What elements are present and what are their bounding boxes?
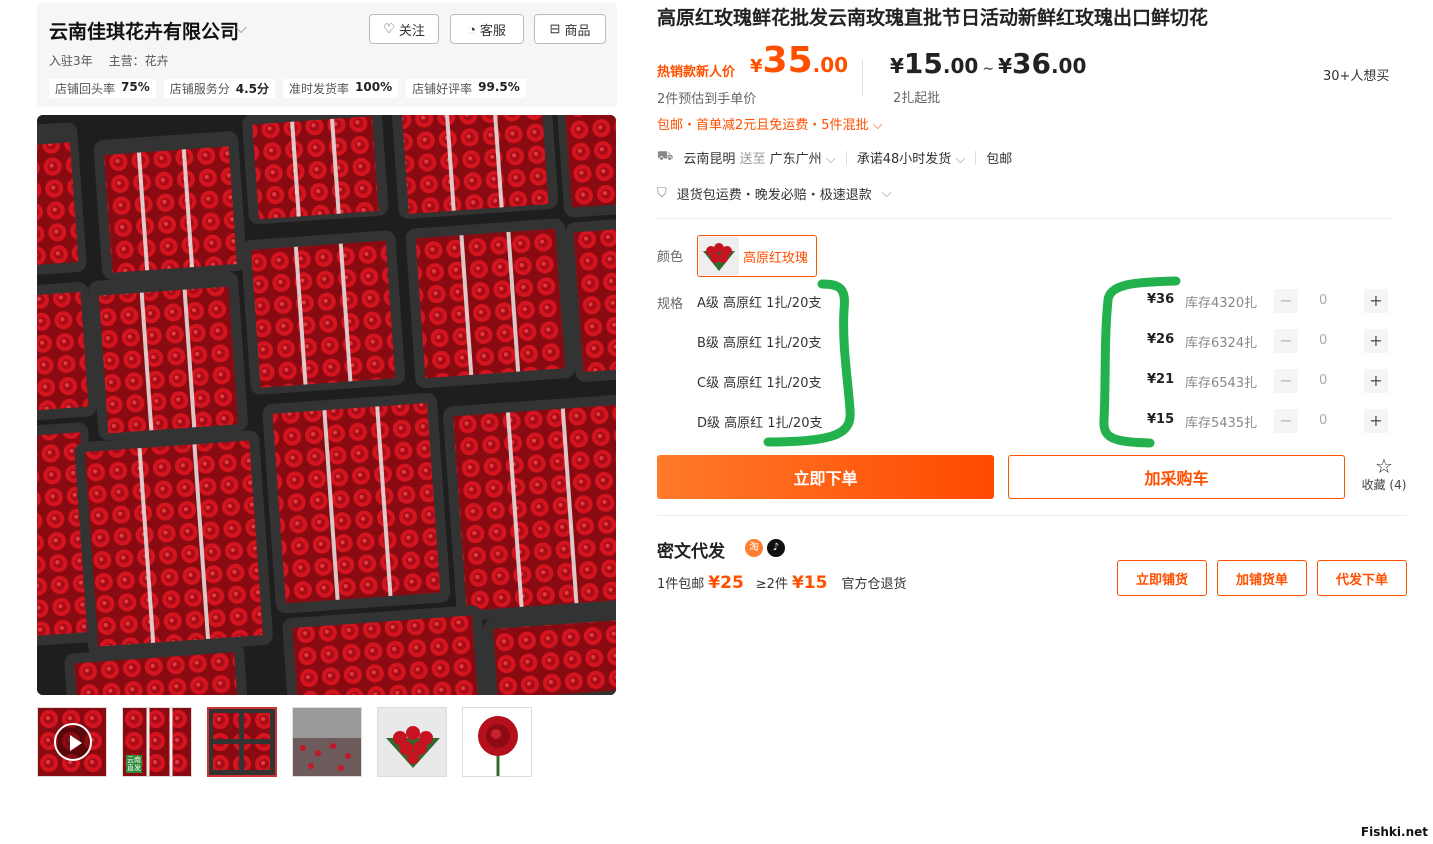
spec-stock: 库存6324扎 (1185, 336, 1258, 351)
guarantee-text: 退货包运费・晚发必赔・极速退款 (676, 188, 872, 203)
color-option-label: 高原红玫瑰 (743, 250, 809, 266)
follow-label: 关注 (398, 22, 425, 38)
promo-price-note: 2件预估到手单价 (657, 92, 757, 107)
divider (657, 515, 1407, 516)
promo-price-label: 热销款新人价 (657, 65, 736, 80)
play-icon[interactable] (54, 723, 92, 761)
tiktok-icon: ♪ (767, 539, 785, 557)
thumbnail-1[interactable]: 云南 直发 (122, 707, 192, 777)
star-icon: ☆ (1375, 454, 1393, 478)
guarantee-row[interactable]: ⛉ 退货包运费・晚发必赔・极速退款 ⌵ (657, 184, 892, 203)
spec-name: B级 高原红 1扎/20支 (697, 336, 822, 351)
service-label: 客服 (479, 22, 506, 38)
qty-input[interactable]: 0 (1319, 373, 1327, 388)
stat-service-score: 店铺服务分 4.5分 (163, 79, 276, 98)
favorite-label: 收藏 (4) (1361, 478, 1407, 492)
add-stock-list-button[interactable]: 加铺货单 (1217, 560, 1307, 596)
spec-stock: 库存6543扎 (1185, 376, 1258, 391)
thumbnail-tag: 云南 直发 (126, 755, 142, 773)
taobao-icon: 淘 (745, 539, 763, 557)
free-shipping: 包邮 (986, 152, 1013, 167)
product-title: 高原红玫瑰鲜花批发云南玫瑰直批节日活动新鲜红玫瑰出口鲜切花 (657, 7, 1209, 29)
spec-name: C级 高原红 1扎/20支 (697, 376, 822, 391)
stat-ontime-rate: 准时发货率 100% (283, 79, 399, 98)
spec-price: ¥36 (1147, 292, 1175, 307)
spec-price: ¥15 (1147, 412, 1175, 427)
spec-row: C级 高原红 1扎/20支 ¥21 库存6543扎 − 0 + (697, 369, 1397, 393)
store-icon: ⊟ (549, 21, 561, 36)
thumbnail-video[interactable] (37, 707, 107, 777)
roses-photo (37, 115, 616, 695)
spec-stock: 库存4320扎 (1185, 296, 1258, 311)
qty-increment-button[interactable]: + (1364, 409, 1388, 433)
color-label: 颜色 (657, 250, 684, 265)
dropship-order-button[interactable]: 代发下单 (1317, 560, 1407, 596)
thumbnail-strip: 云南 直发 (37, 707, 532, 777)
shield-icon: ⛉ (657, 186, 667, 201)
color-thumbnail (699, 237, 739, 275)
shop-joined: 入驻3年 (49, 54, 93, 68)
delivery-row: ⛟ 云南昆明 送至 广东广州 ⌵ 承诺48小时发货 ⌵ 包邮 (657, 148, 1012, 167)
buy-now-button[interactable]: 立即下单 (657, 455, 994, 499)
main-product-image[interactable] (37, 115, 616, 695)
shop-meta: 入驻3年 主营：花卉 (49, 52, 169, 69)
shop-name[interactable]: 云南佳琪花卉有限公司 (49, 17, 239, 44)
chevron-down-icon[interactable]: ⌵ (235, 18, 247, 38)
add-to-cart-button[interactable]: 加采购车 (1008, 455, 1345, 499)
spec-row: B级 高原红 1扎/20支 ¥26 库存6324扎 − 0 + (697, 329, 1397, 353)
spec-price: ¥21 (1147, 372, 1175, 387)
truck-icon: ⛟ (657, 149, 674, 164)
thumbnail-3[interactable] (292, 707, 362, 777)
chevron-down-icon: ⌵ (881, 186, 892, 201)
distribution-pricing: 1件包邮 ¥25 ≥2件 ¥15 官方仓退货 (657, 573, 907, 593)
wanted-count: 30+人想买 (1323, 69, 1390, 84)
thumbnail-5[interactable] (462, 707, 532, 777)
shop-main-business: 主营：花卉 (108, 54, 169, 68)
qty-input[interactable]: 0 (1319, 413, 1327, 428)
color-option-selected[interactable]: 高原红玫瑰 (697, 235, 817, 277)
distribution-title: 密文代发 (657, 542, 725, 562)
spec-row: D级 高原红 1扎/20支 ¥15 库存5435扎 − 0 + (697, 409, 1397, 433)
price-divider (862, 60, 863, 96)
qty-increment-button[interactable]: + (1364, 369, 1388, 393)
stat-return-rate: 店铺回头率 75% (49, 79, 156, 98)
qty-input[interactable]: 0 (1319, 333, 1327, 348)
shop-header: 云南佳琪花卉有限公司 ⌵ ♡ 关注 ◔ 客服 ⊟ 商品 入驻3年 主营：花卉 店… (37, 3, 617, 107)
spec-row: A级 高原红 1扎/20支 ¥36 库存4320扎 − 0 + (697, 289, 1397, 313)
qty-input[interactable]: 0 (1319, 293, 1327, 308)
watermark: Fishki.net (1360, 825, 1428, 839)
min-order-note: 2扎起批 (893, 91, 941, 106)
shipping-promo[interactable]: 包邮・首单减2元且免运费・5件混批 ⌵ (657, 114, 883, 133)
customer-service-button[interactable]: ◔ 客服 (450, 14, 524, 44)
dispatch-promise[interactable]: 承诺48小时发货 ⌵ (857, 148, 966, 167)
stock-now-button[interactable]: 立即铺货 (1117, 560, 1207, 596)
qty-increment-button[interactable]: + (1364, 329, 1388, 353)
divider (657, 218, 1391, 219)
promo-price: ¥35.00 (750, 40, 849, 81)
spec-name: D级 高原红 1扎/20支 (697, 416, 823, 431)
spec-stock: 库存5435扎 (1185, 416, 1258, 431)
qty-decrement-button[interactable]: − (1274, 409, 1298, 433)
spec-name: A级 高原红 1扎/20支 (697, 296, 822, 311)
qty-decrement-button[interactable]: − (1274, 329, 1298, 353)
favorite-button[interactable]: ☆ 收藏 (4) (1358, 456, 1410, 493)
price-range: ¥15.00 ~ ¥36.00 (890, 47, 1087, 80)
thumbnail-4[interactable] (377, 707, 447, 777)
qty-decrement-button[interactable]: − (1274, 369, 1298, 393)
spec-price: ¥26 (1147, 332, 1175, 347)
thumbnail-2-selected[interactable] (207, 707, 277, 777)
qty-increment-button[interactable]: + (1364, 289, 1388, 313)
spec-label: 规格 (657, 297, 684, 312)
delivery-route[interactable]: 云南昆明 送至 广东广州 ⌵ (683, 148, 835, 167)
products-button[interactable]: ⊟ 商品 (534, 14, 606, 44)
products-label: 商品 (564, 22, 591, 38)
stat-positive-rate: 店铺好评率 99.5% (406, 79, 526, 98)
heart-icon: ♡ (383, 21, 395, 36)
headset-icon: ◔ (468, 21, 476, 37)
qty-decrement-button[interactable]: − (1274, 289, 1298, 313)
follow-button[interactable]: ♡ 关注 (369, 14, 439, 44)
shop-stats: 店铺回头率 75% 店铺服务分 4.5分 准时发货率 100% 店铺好评率 99.5% (49, 79, 526, 98)
chevron-down-icon: ⌵ (872, 118, 883, 133)
